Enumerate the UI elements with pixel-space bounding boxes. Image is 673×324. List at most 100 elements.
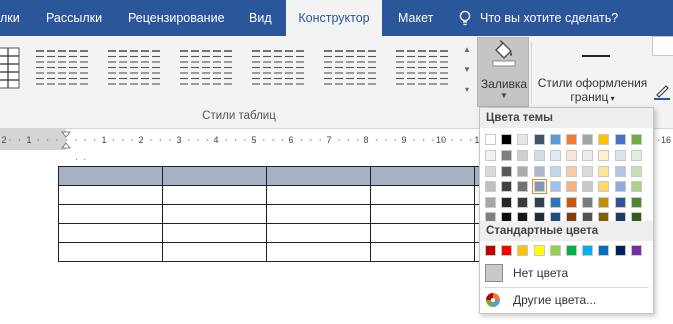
color-swatch[interactable] — [630, 181, 642, 192]
color-swatch[interactable] — [549, 165, 561, 177]
color-swatch[interactable] — [533, 196, 545, 208]
color-palette-icon — [486, 293, 500, 307]
color-swatch[interactable] — [485, 245, 496, 256]
ruler-number: 2 — [1, 135, 6, 145]
table-style-thumbnail[interactable] — [32, 46, 94, 90]
color-swatch[interactable] — [517, 165, 529, 177]
line-weight-box[interactable] — [652, 36, 673, 56]
color-swatch[interactable] — [485, 181, 496, 192]
tab-view[interactable]: Вид — [249, 0, 272, 36]
color-swatch[interactable] — [517, 181, 529, 192]
ruler-number: 16 — [661, 135, 671, 145]
color-swatch[interactable] — [598, 181, 610, 192]
color-swatch[interactable] — [630, 150, 642, 161]
no-color-swatch-icon — [485, 264, 503, 282]
more-colors-menu-item[interactable]: Другие цвета... — [480, 289, 653, 311]
tab-design[interactable]: Конструктор — [286, 0, 382, 36]
color-swatch[interactable] — [566, 165, 577, 177]
no-color-menu-item[interactable]: Нет цвета — [480, 262, 653, 284]
color-swatch[interactable] — [549, 196, 561, 208]
color-swatch[interactable] — [531, 179, 547, 194]
color-swatch[interactable] — [533, 165, 545, 177]
color-swatch[interactable] — [582, 134, 594, 145]
gallery-scroll-up-button[interactable]: ▲ — [461, 40, 473, 59]
color-swatch[interactable] — [566, 134, 577, 145]
color-swatch[interactable] — [582, 165, 594, 177]
color-swatch[interactable] — [549, 134, 561, 145]
color-swatch[interactable] — [582, 245, 594, 256]
color-swatch[interactable] — [630, 196, 642, 208]
color-swatch[interactable] — [549, 245, 561, 256]
color-swatch[interactable] — [517, 196, 529, 208]
color-swatch[interactable] — [566, 150, 577, 161]
ribbon-tab-bar: лки Рассылки Рецензирование Вид Конструк… — [0, 0, 673, 36]
color-swatch[interactable] — [533, 134, 545, 145]
color-swatch[interactable] — [582, 181, 594, 192]
color-swatch[interactable] — [598, 150, 610, 161]
tab-mailings[interactable]: Рассылки — [46, 0, 102, 36]
table-style-thumbnail[interactable] — [0, 46, 20, 90]
color-swatch[interactable] — [533, 150, 545, 161]
lightbulb-icon — [459, 10, 471, 26]
color-swatch[interactable] — [614, 134, 626, 145]
color-swatch[interactable] — [549, 181, 561, 192]
border-styles-button[interactable]: Стили оформления границ ▾ — [535, 37, 650, 107]
color-swatch[interactable] — [614, 196, 626, 208]
tab-references-partial[interactable]: лки — [0, 0, 20, 36]
border-styles-label: Стили оформления границ ▾ — [535, 76, 650, 106]
table-style-thumbnail[interactable] — [248, 46, 310, 90]
ruler-number: 10 — [436, 135, 446, 145]
color-swatch[interactable] — [485, 196, 496, 208]
shading-button[interactable]: Заливка ▼ — [477, 37, 529, 107]
pen-icon[interactable] — [654, 82, 670, 100]
color-swatch[interactable] — [485, 165, 496, 177]
color-swatch[interactable] — [598, 134, 610, 145]
border-styles-label-line1: Стили оформления — [537, 76, 648, 90]
color-swatch[interactable] — [549, 150, 561, 161]
chevron-down-icon: ▾ — [608, 94, 615, 103]
color-swatch[interactable] — [630, 134, 642, 145]
color-swatch[interactable] — [566, 196, 577, 208]
color-swatch[interactable] — [566, 181, 577, 192]
table-styles-group-label: Стили таблиц — [202, 110, 276, 122]
shading-button-label: Заливка — [480, 77, 528, 91]
table-style-thumbnail[interactable] — [320, 46, 382, 90]
table-style-thumbnail[interactable] — [392, 46, 454, 90]
color-swatch[interactable] — [614, 150, 626, 161]
color-swatch[interactable] — [582, 150, 594, 161]
theme-colors-header: Цвета темы — [480, 108, 653, 128]
color-swatch[interactable] — [614, 181, 626, 192]
color-swatch[interactable] — [598, 245, 610, 256]
color-swatch[interactable] — [598, 196, 610, 208]
color-swatch[interactable] — [501, 134, 513, 145]
color-swatch[interactable] — [517, 134, 529, 145]
color-swatch[interactable] — [533, 245, 545, 256]
color-swatch[interactable] — [566, 245, 577, 256]
gallery-scrollbar: ▲ ▼ ▾ — [461, 40, 473, 100]
table-style-thumbnail[interactable] — [104, 46, 166, 90]
color-swatch[interactable] — [614, 165, 626, 177]
table-style-thumbnail[interactable] — [176, 46, 238, 90]
color-swatch[interactable] — [582, 196, 594, 208]
tab-review[interactable]: Рецензирование — [128, 0, 225, 36]
gallery-more-button[interactable]: ▾ — [461, 80, 473, 99]
color-swatch[interactable] — [598, 165, 610, 177]
color-swatch[interactable] — [485, 150, 496, 161]
menu-separator — [484, 287, 649, 288]
color-swatch[interactable] — [485, 134, 496, 145]
color-swatch[interactable] — [501, 196, 513, 208]
no-color-label: Нет цвета — [513, 266, 569, 280]
color-swatch[interactable] — [517, 150, 529, 161]
tell-me-search[interactable]: Что вы хотите сделать? — [480, 0, 618, 36]
color-swatch[interactable] — [630, 245, 642, 256]
color-swatch[interactable] — [501, 245, 513, 256]
color-swatch[interactable] — [517, 245, 529, 256]
color-swatch[interactable] — [501, 165, 513, 177]
color-swatch[interactable] — [501, 181, 513, 192]
color-swatch[interactable] — [501, 150, 513, 161]
tab-layout[interactable]: Макет — [398, 0, 433, 36]
group-separator — [531, 42, 532, 104]
gallery-scroll-down-button[interactable]: ▼ — [461, 60, 473, 79]
color-swatch[interactable] — [630, 165, 642, 177]
color-swatch[interactable] — [614, 245, 626, 256]
